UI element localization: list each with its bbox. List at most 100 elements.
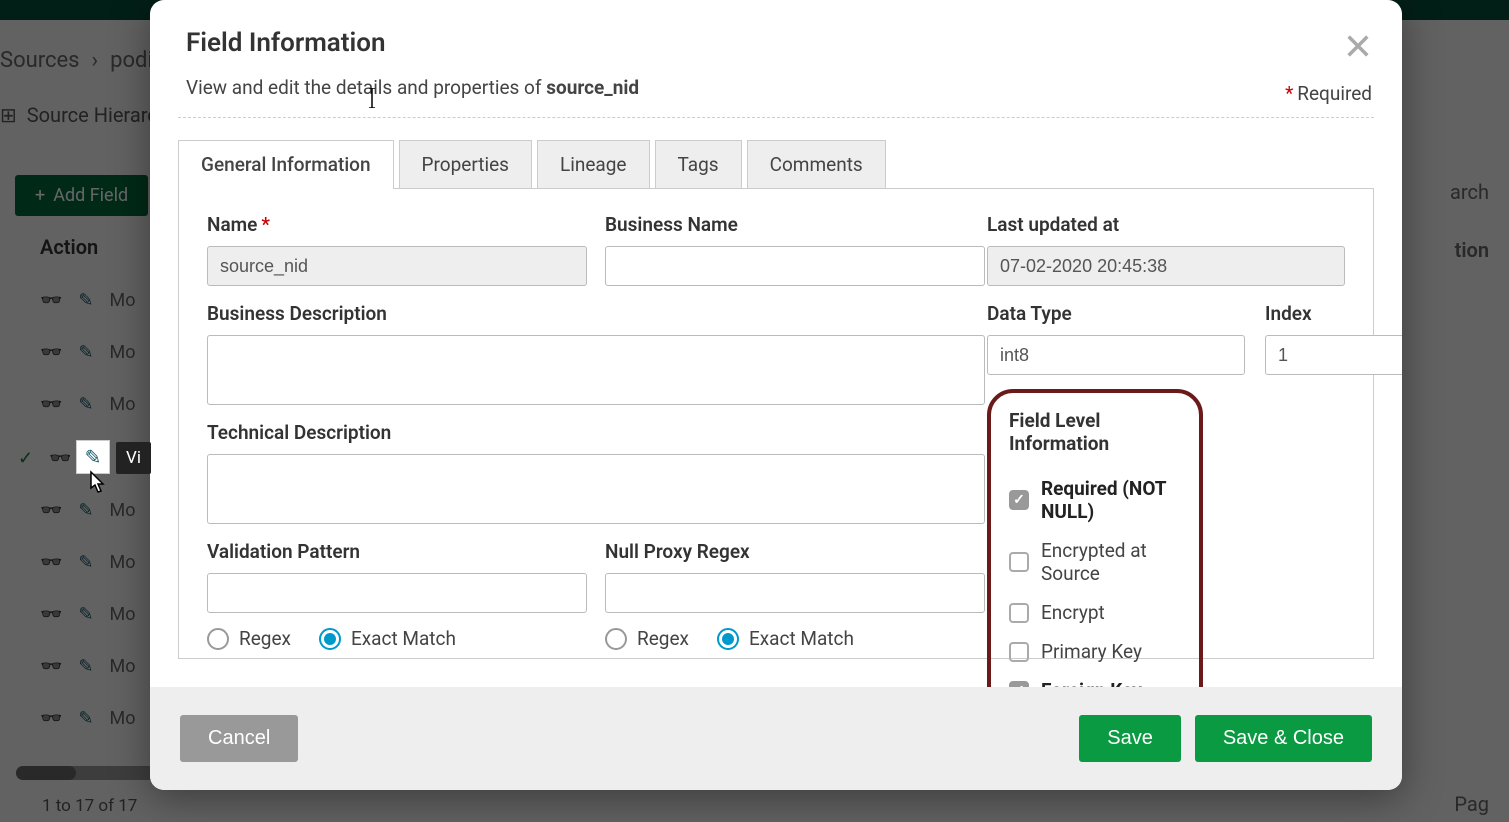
foreign-key-checkbox-row[interactable]: Foreign Key: [1009, 671, 1181, 687]
table-row: Mo: [40, 708, 136, 729]
scrollbar-thumb[interactable]: [16, 766, 76, 780]
business-desc-label: Business Description: [207, 302, 985, 325]
pag-partial: Pag: [1454, 792, 1489, 816]
business-desc-group: Business Description: [207, 302, 985, 405]
field-information-modal: Field Information View and edit the deta…: [150, 0, 1402, 790]
tab-lineage[interactable]: Lineage: [537, 140, 650, 188]
pencil-icon[interactable]: [78, 394, 93, 415]
asterisk-icon: *: [261, 213, 270, 236]
primary-key-checkbox-row[interactable]: Primary Key: [1009, 632, 1181, 671]
name-input[interactable]: [207, 246, 587, 286]
binoculars-icon[interactable]: [40, 500, 62, 521]
null-proxy-exact-radio[interactable]: Exact Match: [717, 627, 854, 650]
index-label: Index: [1265, 302, 1402, 325]
source-hierarchy: Source Hierarc: [0, 95, 158, 135]
null-proxy-input[interactable]: [605, 573, 985, 613]
binoculars-icon[interactable]: [49, 448, 71, 469]
pencil-icon[interactable]: [78, 290, 93, 311]
last-updated-input[interactable]: [987, 246, 1345, 286]
data-type-label: Data Type: [987, 302, 1245, 325]
table-row: Mo: [40, 604, 136, 625]
binoculars-icon[interactable]: [40, 394, 62, 415]
radio-label: Regex: [239, 627, 291, 650]
index-input[interactable]: [1265, 335, 1402, 375]
radio-icon: [605, 628, 627, 650]
pencil-icon[interactable]: [78, 552, 93, 573]
add-field-label: Add Field: [53, 185, 128, 206]
table-row: Mo: [40, 552, 136, 573]
modal-header: Field Information View and edit the deta…: [150, 0, 1402, 117]
add-field-button[interactable]: + Add Field: [15, 175, 148, 216]
subtitle-field: source_nid: [546, 76, 639, 99]
required-indicator: *Required: [1285, 82, 1372, 105]
binoculars-icon[interactable]: [40, 604, 62, 625]
validation-exact-radio[interactable]: Exact Match: [319, 627, 456, 650]
last-updated-label: Last updated at: [987, 213, 1345, 236]
business-desc-input[interactable]: [207, 335, 985, 405]
table-row: Mo: [40, 290, 136, 311]
row-more[interactable]: Mo: [110, 342, 136, 363]
breadcrumb-sources[interactable]: Sources: [0, 48, 80, 73]
modal-title: Field Information: [186, 28, 1366, 58]
cursor-pointer-icon: [84, 470, 108, 502]
row-more[interactable]: Mo: [110, 604, 136, 625]
pencil-icon[interactable]: [78, 708, 93, 729]
pencil-icon[interactable]: [78, 604, 93, 625]
field-level-information-box: Field Level Information Required (NOT NU…: [987, 389, 1203, 687]
row-more[interactable]: Mo: [110, 290, 136, 311]
data-type-input[interactable]: [987, 335, 1245, 375]
validation-regex-radio[interactable]: Regex: [207, 627, 291, 650]
modal-subtitle: View and edit the details and properties…: [186, 76, 1366, 99]
tech-desc-input[interactable]: [207, 454, 985, 524]
close-button[interactable]: [1340, 28, 1376, 64]
table-row: Mo: [40, 394, 136, 415]
check-icon: ✓: [18, 448, 33, 469]
pencil-icon[interactable]: [78, 342, 93, 363]
check-label: Primary Key: [1041, 640, 1142, 663]
asterisk-icon: *: [1285, 82, 1293, 105]
null-proxy-regex-radio[interactable]: Regex: [605, 627, 689, 650]
validation-radio-group: Regex Exact Match: [207, 627, 587, 650]
pencil-icon[interactable]: [78, 500, 93, 521]
tab-general[interactable]: General Information: [178, 140, 394, 188]
null-proxy-label: Null Proxy Regex: [605, 540, 985, 563]
required-checkbox-row[interactable]: Required (NOT NULL): [1009, 469, 1181, 531]
tab-properties[interactable]: Properties: [399, 140, 532, 188]
check-label: Encrypted at Source: [1041, 539, 1181, 585]
row-more[interactable]: Mo: [110, 708, 136, 729]
action-column-header: Action: [40, 235, 98, 259]
required-label: Required: [1297, 82, 1372, 105]
modal-body: General Information Properties Lineage T…: [150, 118, 1402, 687]
binoculars-icon[interactable]: [40, 708, 62, 729]
edit-field-button[interactable]: [76, 440, 110, 474]
binoculars-icon[interactable]: [40, 552, 62, 573]
binoculars-icon[interactable]: [40, 342, 62, 363]
checkbox-icon: [1009, 681, 1029, 688]
encrypt-checkbox-row[interactable]: Encrypt: [1009, 593, 1181, 632]
save-close-button[interactable]: Save & Close: [1195, 715, 1372, 762]
side-column: Last updated at Data Type Index Field Le…: [987, 213, 1345, 687]
save-button[interactable]: Save: [1079, 715, 1181, 762]
tooltip: Vi: [116, 442, 151, 474]
binoculars-icon[interactable]: [40, 290, 62, 311]
tech-desc-label: Technical Description: [207, 421, 985, 444]
tabs: General Information Properties Lineage T…: [178, 140, 1374, 189]
row-more[interactable]: Mo: [110, 394, 136, 415]
encrypted-source-checkbox-row[interactable]: Encrypted at Source: [1009, 531, 1181, 593]
cancel-button[interactable]: Cancel: [180, 715, 298, 762]
pencil-icon[interactable]: [78, 656, 93, 677]
row-more[interactable]: Mo: [110, 656, 136, 677]
source-hierarchy-label: Source Hierarc: [27, 103, 158, 127]
business-name-input[interactable]: [605, 246, 985, 286]
row-more[interactable]: Mo: [110, 500, 136, 521]
null-proxy-group: Null Proxy Regex Regex Exact Match: [605, 540, 985, 650]
tab-tags[interactable]: Tags: [655, 140, 742, 188]
horizontal-scrollbar[interactable]: [16, 766, 156, 780]
table-row: Mo: [40, 656, 136, 677]
validation-input[interactable]: [207, 573, 587, 613]
binoculars-icon[interactable]: [40, 656, 62, 677]
paging-text: 1 to 17 of 17: [42, 796, 137, 816]
tab-comments[interactable]: Comments: [747, 140, 886, 188]
row-more[interactable]: Mo: [110, 552, 136, 573]
chevron-right-icon: ›: [92, 48, 99, 73]
